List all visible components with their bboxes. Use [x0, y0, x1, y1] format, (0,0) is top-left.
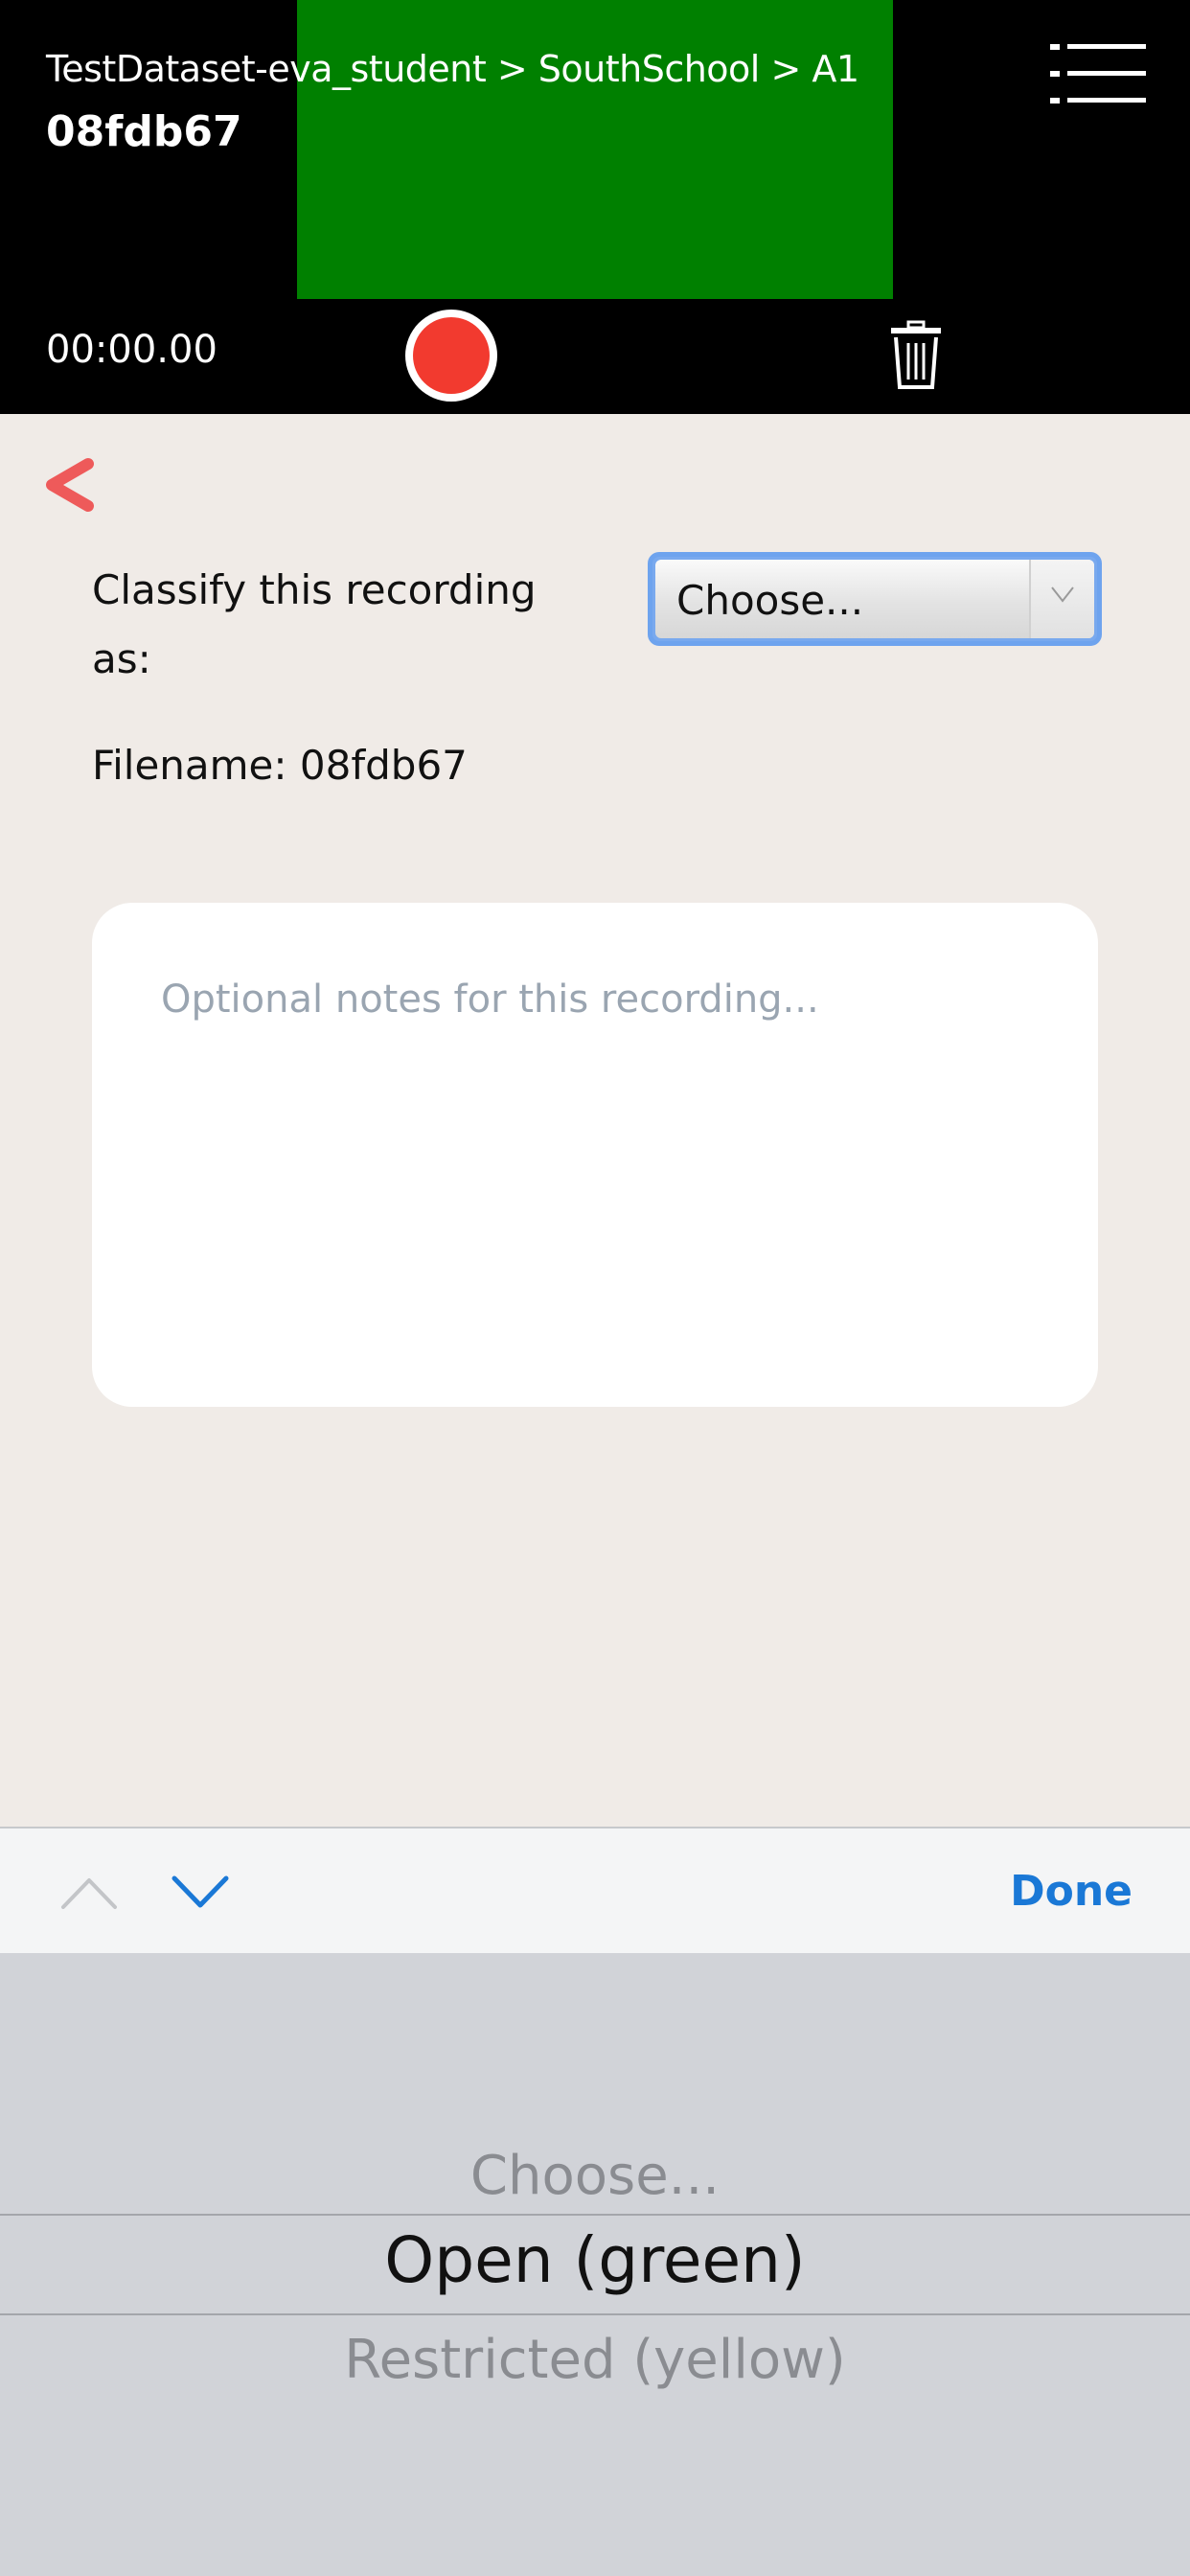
option-picker[interactable]: Choose... Open (green) Restricted (yello… — [0, 1953, 1190, 2576]
record-dot — [413, 317, 490, 394]
filename-label: Filename: 08fdb67 — [92, 742, 468, 789]
recorder-header: TestDataset-eva_student > SouthSchool > … — [0, 0, 1190, 414]
classify-label: Classify this recording as: — [92, 566, 537, 682]
breadcrumb: TestDataset-eva_student > SouthSchool > … — [46, 48, 859, 90]
select-body: Choose... — [655, 560, 1094, 638]
notes-field[interactable] — [92, 903, 1098, 1407]
recording-timer: 00:00.00 — [46, 328, 217, 372]
picker-option[interactable]: Restricted (yellow) — [0, 2329, 1190, 2391]
done-button[interactable]: Done — [1010, 1867, 1133, 1916]
recording-screen: TestDataset-eva_student > SouthSchool > … — [0, 0, 1190, 2576]
picker-selection-line — [0, 2313, 1190, 2315]
classification-select[interactable]: Choose... — [648, 552, 1102, 646]
chevron-up-icon[interactable] — [57, 1871, 121, 1913]
record-button[interactable] — [405, 310, 497, 402]
select-arrow — [1029, 560, 1094, 638]
chevron-down-icon — [1051, 586, 1074, 603]
chevron-down-icon[interactable] — [169, 1871, 232, 1913]
keyboard-accessory-bar: Done — [0, 1827, 1190, 1955]
chevron-left-icon[interactable] — [42, 456, 96, 514]
picker-option[interactable]: Choose... — [0, 2145, 1190, 2207]
select-value: Choose... — [676, 577, 864, 624]
picker-selection-line — [0, 2214, 1190, 2216]
picker-option-selected[interactable]: Open (green) — [0, 2223, 1190, 2297]
hamburger-menu-icon[interactable] — [1050, 44, 1146, 104]
recording-id: 08fdb67 — [46, 107, 242, 156]
video-preview — [297, 0, 893, 299]
trash-icon[interactable] — [889, 320, 943, 389]
